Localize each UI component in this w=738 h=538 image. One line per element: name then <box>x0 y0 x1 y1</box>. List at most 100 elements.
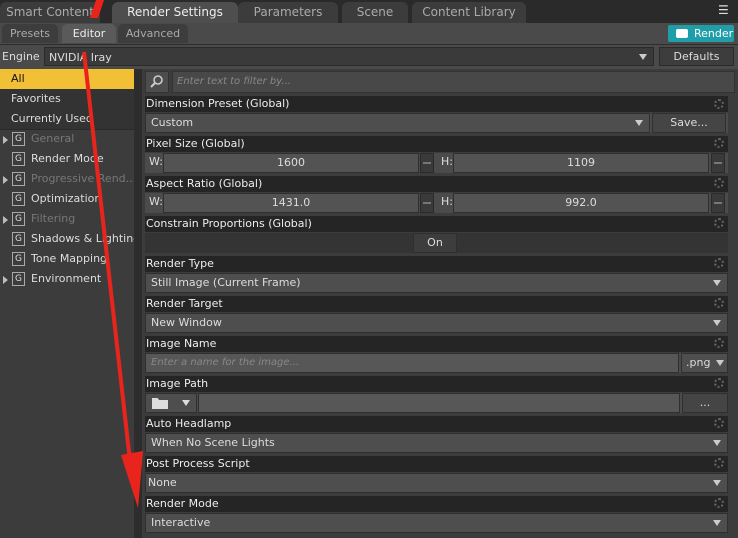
height-label: H: <box>441 155 453 168</box>
panel-splitter[interactable] <box>134 69 142 538</box>
gear-icon[interactable] <box>714 418 724 428</box>
auto-headlamp-select[interactable]: When No Scene Lights <box>145 433 728 453</box>
gear-icon[interactable] <box>714 218 724 228</box>
prop-title: Render Target <box>145 296 728 312</box>
folder-select[interactable] <box>145 393 197 413</box>
select-value: .png <box>686 356 711 369</box>
expand-triangle-icon[interactable] <box>3 176 8 184</box>
prop-value-row: W: 1600 H: 1109 <box>145 153 728 173</box>
engine-label: Engine : <box>2 50 47 63</box>
prop-value-row: Enter a name for the image... .png <box>145 353 728 373</box>
expand-triangle-icon[interactable] <box>3 216 8 224</box>
chevron-down-icon <box>182 400 190 406</box>
aspect-height-field[interactable]: 992.0 <box>453 193 709 213</box>
chevron-down-icon <box>716 360 724 366</box>
nav-group-filtering[interactable]: G Filtering <box>0 209 134 229</box>
prop-dimension-preset: Dimension Preset (Global) Custom Save... <box>145 96 728 134</box>
panel-menu-icon[interactable]: ☰ <box>718 3 732 17</box>
gear-icon[interactable] <box>714 258 724 268</box>
browse-button[interactable]: ... <box>682 393 728 413</box>
pixel-height-field[interactable]: 1109 <box>453 153 709 173</box>
group-icon: G <box>12 212 25 226</box>
tab-render-settings[interactable]: Render Settings <box>112 2 238 23</box>
prop-image-name: Image Name Enter a name for the image...… <box>145 336 728 374</box>
gear-icon[interactable] <box>714 498 724 508</box>
nav-group-shadows-lighting[interactable]: G Shadows & Lighting <box>0 229 140 249</box>
gear-icon[interactable] <box>714 458 724 468</box>
dimension-preset-select[interactable]: Custom <box>145 113 650 133</box>
save-preset-button[interactable]: Save... <box>652 113 726 133</box>
post-process-select[interactable]: None <box>145 473 728 493</box>
prop-title: Constrain Proportions (Global) <box>145 216 728 232</box>
prop-pixel-size: Pixel Size (Global) W: 1600 H: 1109 <box>145 136 728 174</box>
defaults-button[interactable]: Defaults <box>659 47 734 66</box>
render-button-label: Render <box>694 27 734 40</box>
nav-filter-all[interactable]: All <box>0 69 134 90</box>
nav-group-optimization[interactable]: G Optimization <box>0 189 134 209</box>
prop-auto-headlamp: Auto Headlamp When No Scene Lights <box>145 416 728 454</box>
tab-content-library[interactable]: Content Library <box>412 2 526 23</box>
pixel-height-spinner[interactable] <box>711 153 725 173</box>
chevron-down-icon <box>713 480 721 486</box>
filter-input[interactable]: Enter text to filter by... <box>172 71 735 93</box>
prop-title: Pixel Size (Global) <box>145 136 728 152</box>
select-value: New Window <box>151 316 222 329</box>
select-value: Still Image (Current Frame) <box>151 276 301 289</box>
select-value: When No Scene Lights <box>151 436 275 449</box>
nav-group-render-mode[interactable]: G Render Mode <box>0 149 134 169</box>
render-button[interactable]: Render <box>668 25 734 42</box>
group-icon: G <box>12 172 25 186</box>
chevron-down-icon <box>635 120 643 126</box>
prop-title: Aspect Ratio (Global) <box>145 176 728 192</box>
gear-icon[interactable] <box>714 378 724 388</box>
render-mode-select[interactable]: Interactive <box>145 513 728 533</box>
prop-render-mode: Render Mode Interactive <box>145 496 728 534</box>
pixel-width-spinner[interactable] <box>420 153 434 173</box>
tab-smart-content[interactable]: Smart Content <box>0 2 100 23</box>
folder-icon <box>152 398 168 409</box>
tab-parameters[interactable]: Parameters <box>238 2 338 23</box>
search-icon[interactable] <box>145 71 169 93</box>
nav-filter-favorites[interactable]: Favorites <box>0 89 134 110</box>
left-nav-panel: All Favorites Currently Used G General G… <box>0 69 140 538</box>
pixel-width-field[interactable]: 1600 <box>163 153 419 173</box>
gear-icon[interactable] <box>714 298 724 308</box>
nav-group-tone-mapping[interactable]: G Tone Mapping <box>0 249 134 269</box>
chevron-down-icon <box>713 440 721 446</box>
gear-icon[interactable] <box>714 138 724 148</box>
aspect-width-field[interactable]: 1431.0 <box>163 193 419 213</box>
engine-select[interactable]: NVIDIA Iray <box>44 47 654 66</box>
select-value: Interactive <box>151 516 211 529</box>
engine-value: NVIDIA Iray <box>49 51 112 64</box>
prop-title: Render Type <box>145 256 728 272</box>
tab-presets[interactable]: Presets <box>2 24 58 43</box>
prop-title: Render Mode <box>145 496 728 512</box>
filter-bar: Enter text to filter by... <box>145 71 735 93</box>
tab-scene[interactable]: Scene <box>342 2 408 23</box>
gear-icon[interactable] <box>714 99 724 109</box>
chevron-down-icon <box>639 54 647 60</box>
nav-group-general[interactable]: G General <box>0 129 134 149</box>
render-target-select[interactable]: New Window <box>145 313 728 333</box>
prop-aspect-ratio: Aspect Ratio (Global) W: 1431.0 H: 992.0 <box>145 176 728 214</box>
nav-filter-currently-used[interactable]: Currently Used <box>0 109 134 130</box>
constrain-toggle[interactable]: On <box>413 233 457 253</box>
group-icon: G <box>12 252 25 266</box>
image-name-input[interactable]: Enter a name for the image... <box>145 353 679 373</box>
gear-icon[interactable] <box>714 338 724 348</box>
tab-advanced[interactable]: Advanced <box>118 24 188 43</box>
prop-value-row: None <box>145 473 728 493</box>
nav-group-progressive-rendering[interactable]: G Progressive Rend... <box>0 169 136 189</box>
chevron-down-icon <box>713 520 721 526</box>
expand-triangle-icon[interactable] <box>3 136 8 144</box>
expand-triangle-icon[interactable] <box>3 276 8 284</box>
render-type-select[interactable]: Still Image (Current Frame) <box>145 273 728 293</box>
tab-editor[interactable]: Editor <box>62 24 116 43</box>
aspect-height-spinner[interactable] <box>711 193 725 213</box>
image-format-select[interactable]: .png <box>681 353 728 373</box>
aspect-width-spinner[interactable] <box>420 193 434 213</box>
gear-icon[interactable] <box>714 178 724 188</box>
nav-group-environment[interactable]: G Environment <box>0 269 134 289</box>
prop-value-row: New Window <box>145 313 728 333</box>
image-path-input[interactable] <box>198 393 680 413</box>
